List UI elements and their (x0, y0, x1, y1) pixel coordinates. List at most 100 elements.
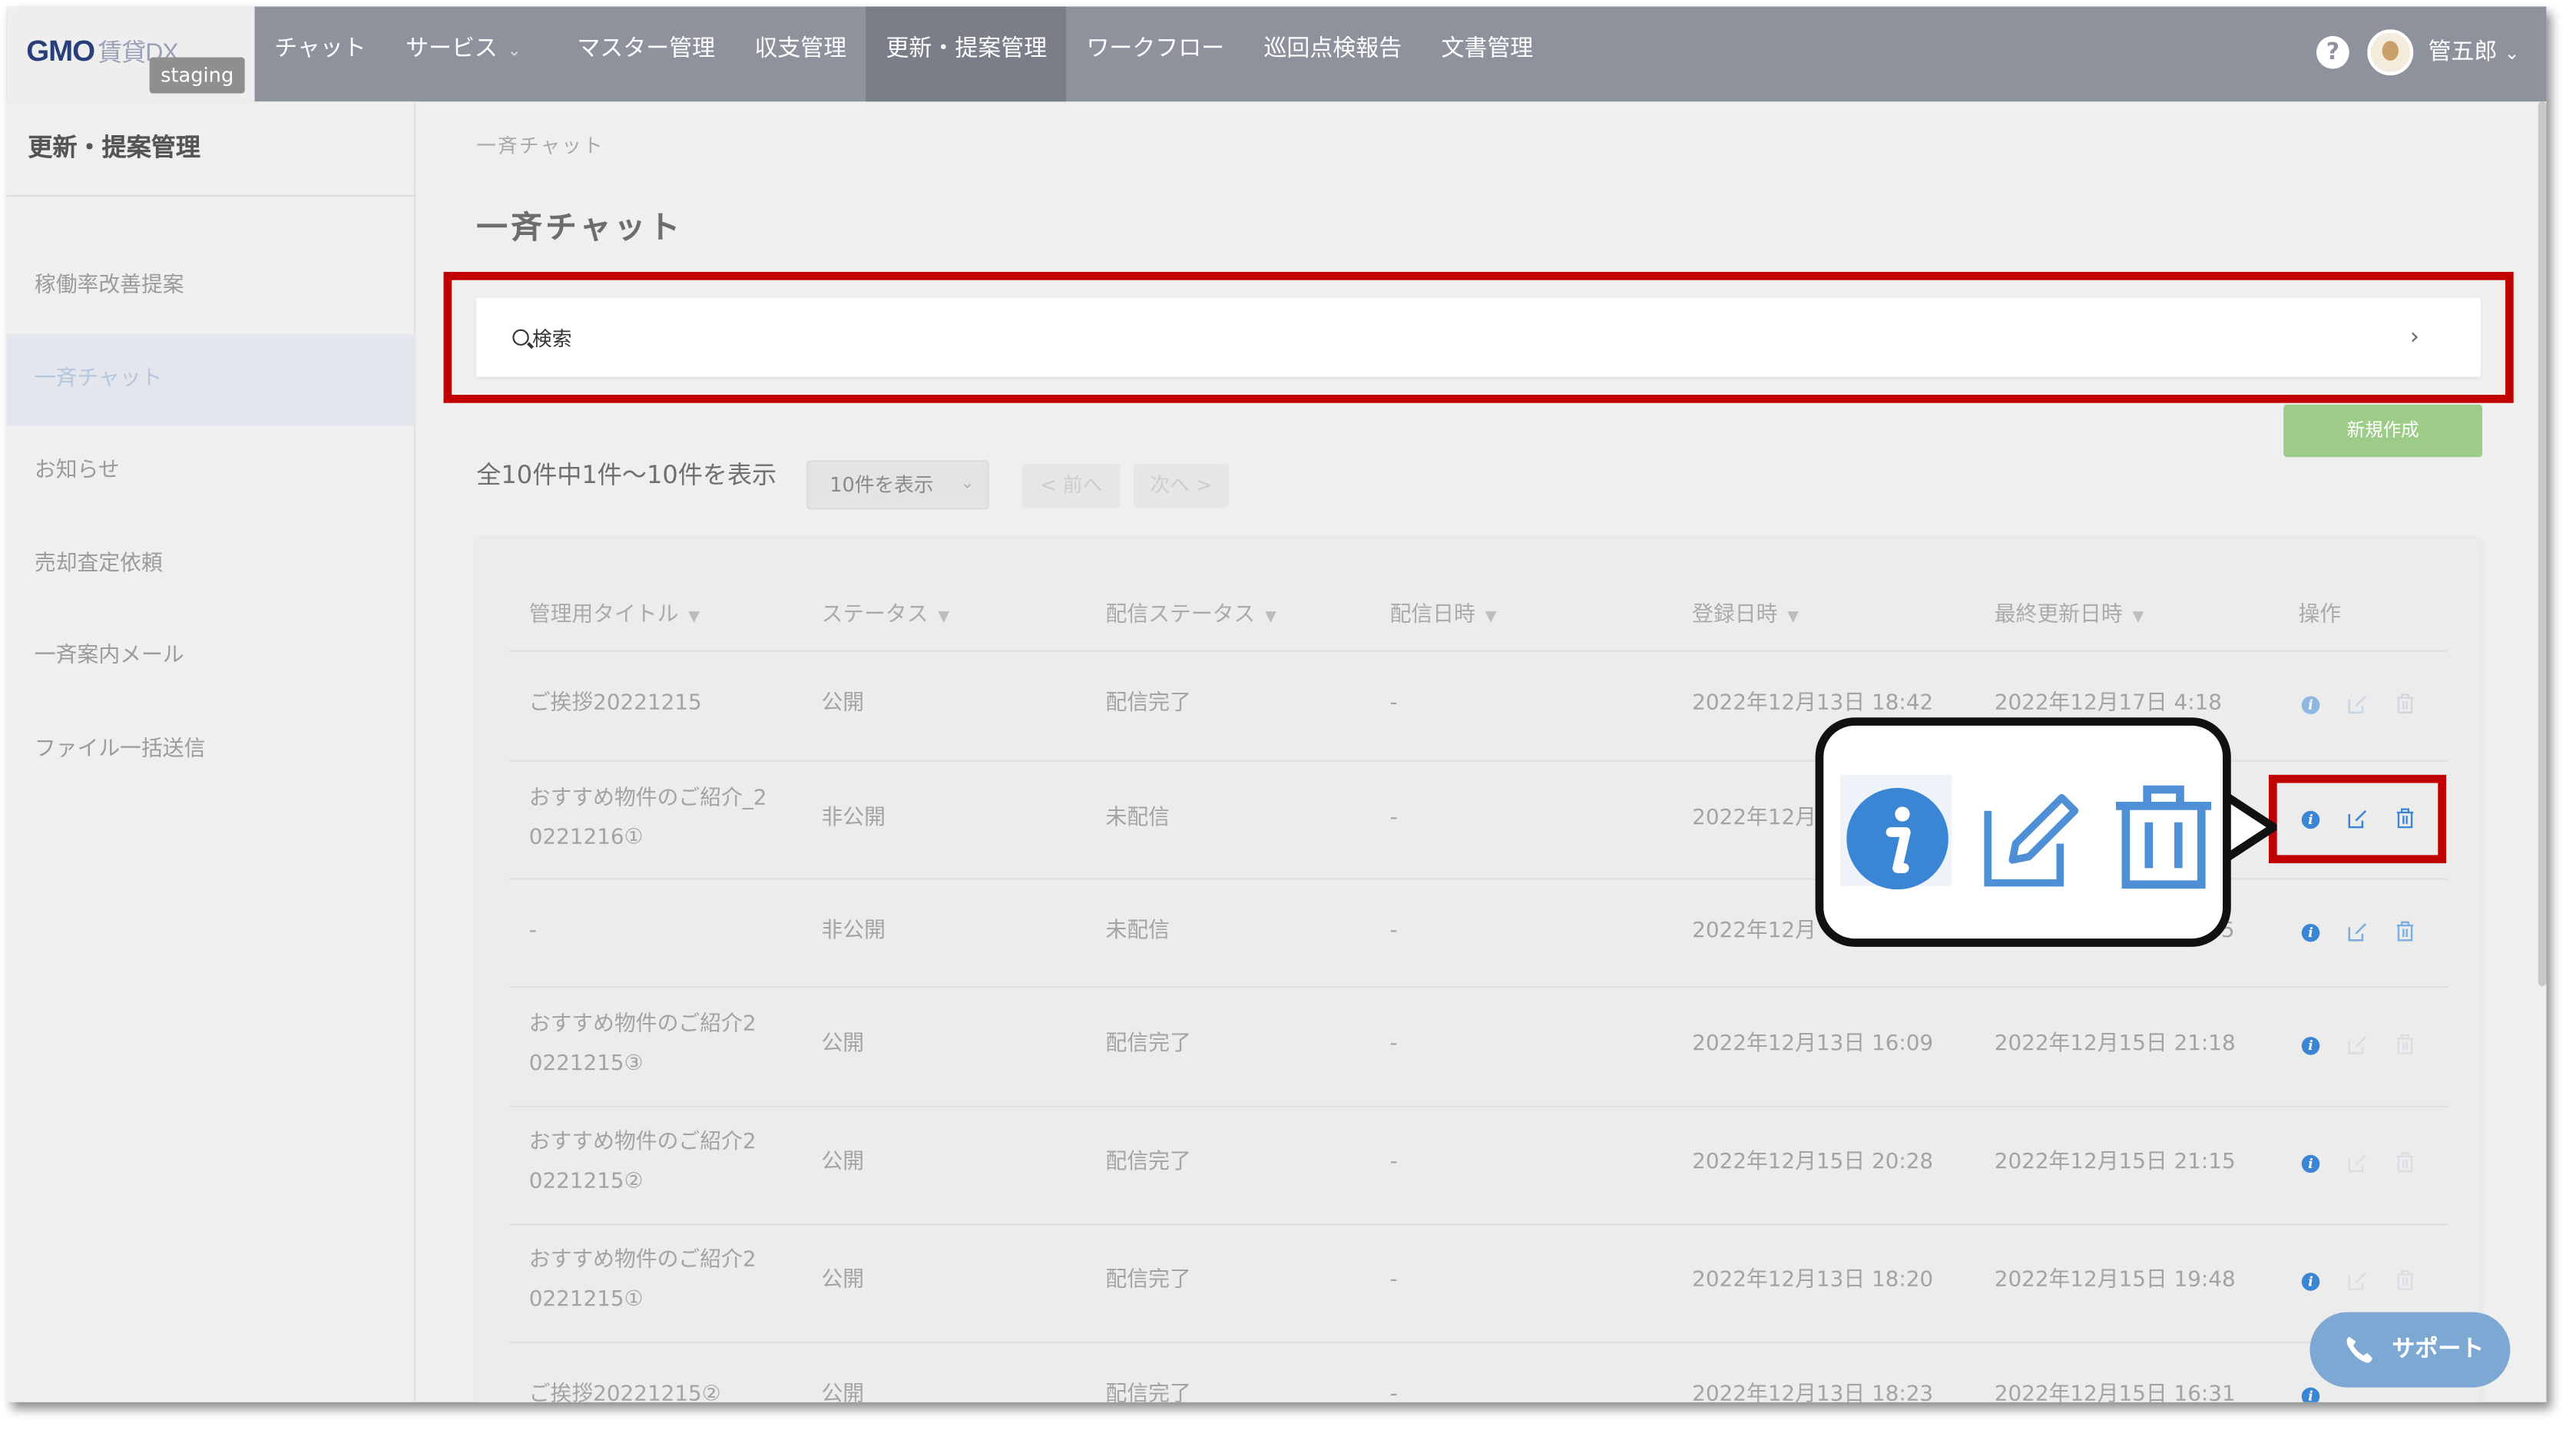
breadcrumb[interactable]: 一斉チャット (476, 131, 604, 159)
column-header-status[interactable]: ステータス ▼ (822, 596, 950, 627)
divider (509, 1341, 2449, 1343)
cell-delivery-date: - (1389, 691, 1398, 717)
chevron-down-icon: ⌄ (960, 475, 975, 494)
sidebar-item-occupancy[interactable]: 稼働率改善提案 (7, 241, 416, 333)
edit-icon[interactable] (2348, 1154, 2368, 1173)
sort-icon: ▼ (1485, 609, 1497, 626)
sidebar-title: 更新・提案管理 (28, 132, 200, 163)
next-page-button[interactable]: 次へ > (1133, 463, 1229, 508)
cell-delivery-status: 未配信 (1105, 919, 1170, 944)
nav-item-workflow[interactable]: ワークフロー (1067, 7, 1244, 102)
column-header-created[interactable]: 登録日時 ▼ (1692, 596, 1799, 627)
cell-title[interactable]: おすすめ物件のご紹介2 (529, 1242, 757, 1281)
cell-delivery-status: 配信完了 (1105, 691, 1191, 717)
edit-icon[interactable] (2348, 1035, 2368, 1055)
nav-item-service[interactable]: サービス ⌄ (386, 7, 557, 102)
sort-icon: ▼ (688, 609, 700, 626)
cell-delivery-date: - (1389, 1382, 1398, 1402)
cell-status: 公開 (821, 1382, 865, 1402)
cell-title-line2[interactable]: 0221216① (529, 819, 644, 858)
cell-title[interactable]: おすすめ物件のご紹介2 (529, 1124, 757, 1163)
trash-icon (2116, 785, 2212, 889)
trash-icon[interactable] (2396, 1269, 2415, 1291)
cell-delivery-status: 配信完了 (1105, 1031, 1191, 1057)
nav-item-income[interactable]: 収支管理 (735, 7, 866, 102)
help-icon[interactable]: ? (2316, 35, 2349, 69)
callout-zoom (1815, 717, 2231, 947)
app-window: GMO 賃貸DX staging チャット サービス ⌄ マスター管理 収支管理 更… (6, 6, 2547, 1402)
info-icon (1846, 787, 1949, 890)
sidebar-item-news[interactable]: お知らせ (7, 426, 416, 518)
cell-status: 公開 (821, 1031, 865, 1057)
user-menu[interactable]: 管五郎 ⌄ (2428, 35, 2519, 68)
cell-title[interactable]: ご挨拶20221215② (529, 1376, 721, 1402)
column-header-delivery-date[interactable]: 配信日時 ▼ (1390, 596, 1497, 627)
support-button[interactable]: サポート (2309, 1312, 2511, 1388)
nav-item-chat[interactable]: チャット (255, 7, 386, 102)
cell-title-line2[interactable]: 0221215② (529, 1163, 644, 1202)
env-badge: staging (149, 57, 245, 94)
nav-item-master[interactable]: マスター管理 (558, 7, 735, 102)
page-title: 一斉チャット (476, 210, 684, 246)
cell-delivery-date: - (1389, 806, 1398, 831)
cell-created: 2022年12月13日 18:20 (1692, 1267, 1934, 1293)
nav-item-renewal[interactable]: 更新・提案管理 (866, 6, 1067, 102)
cell-delivery-date: - (1389, 919, 1398, 944)
sidebar-item-bulk-mail[interactable]: 一斉案内メール (7, 611, 416, 703)
edit-icon[interactable] (2348, 1271, 2368, 1291)
brand[interactable]: GMO 賃貸DX staging (6, 6, 255, 102)
edit-icon[interactable] (2348, 694, 2368, 714)
cell-title[interactable]: おすすめ物件のご紹介_2 (529, 780, 767, 819)
cell-delivery-date: - (1389, 1150, 1398, 1175)
scrollbar[interactable] (2538, 101, 2547, 987)
sidebar-item-sale-appraisal[interactable]: 売却査定依頼 (7, 519, 416, 611)
nav-item-documents[interactable]: 文書管理 (1422, 7, 1553, 102)
info-icon[interactable]: i (2301, 923, 2320, 942)
cell-status: 非公開 (821, 919, 886, 944)
cell-created: 2022年12月15日 20:28 (1692, 1150, 1934, 1175)
column-header-delivery-status[interactable]: 配信ステータス ▼ (1106, 596, 1276, 627)
cell-title-line2[interactable]: 0221215① (529, 1281, 644, 1320)
sidebar-item-file-send[interactable]: ファイル一括送信 (7, 704, 416, 796)
cell-status: 公開 (821, 1267, 865, 1293)
chevron-down-icon: ⌄ (2504, 42, 2520, 65)
top-bar: GMO 賃貸DX staging チャット サービス ⌄ マスター管理 収支管理 更… (6, 6, 2547, 102)
cell-status: 公開 (821, 1150, 865, 1175)
cell-title-line2[interactable]: 0221215③ (529, 1045, 644, 1084)
sidebar-item-bulk-chat[interactable]: 一斉チャット (6, 334, 416, 426)
highlight-actions (2268, 774, 2446, 864)
column-header-updated[interactable]: 最終更新日時 ▼ (1995, 596, 2144, 627)
cell-title[interactable]: ご挨拶20221215 (529, 685, 702, 724)
new-button[interactable]: 新規作成 (2283, 404, 2483, 458)
column-header-title[interactable]: 管理用タイトル ▼ (529, 596, 700, 627)
trash-icon[interactable] (2396, 1151, 2415, 1173)
prev-page-button[interactable]: < 前へ (1021, 463, 1121, 508)
avatar[interactable] (2367, 29, 2414, 76)
per-page-select[interactable]: 10件を表示 ⌄ (806, 460, 989, 510)
edit-icon[interactable] (2348, 922, 2368, 942)
cell-status: 公開 (821, 691, 865, 717)
cell-delivery-status: 配信完了 (1105, 1267, 1191, 1293)
column-header-actions: 操作 (2298, 602, 2342, 627)
info-icon[interactable]: i (2301, 1154, 2320, 1173)
trash-icon[interactable] (2396, 693, 2415, 714)
chevron-down-icon: ⌄ (507, 42, 521, 61)
info-icon[interactable]: i (2301, 1387, 2320, 1402)
cell-created: 2022年12月 (1692, 919, 1816, 944)
cell-created: 2022年12月 (1692, 806, 1816, 831)
cell-delivery-date: - (1389, 1031, 1398, 1057)
cell-delivery-status: 未配信 (1105, 806, 1170, 831)
result-count: 全10件中1件～10件を表示 (476, 460, 777, 490)
trash-icon[interactable] (2396, 1034, 2415, 1055)
cell-created: 2022年12月13日 16:09 (1692, 1031, 1934, 1057)
nav-item-inspection[interactable]: 巡回点検報告 (1244, 7, 1422, 102)
cell-title[interactable]: - (529, 912, 537, 952)
trash-icon[interactable] (2396, 921, 2415, 942)
info-icon[interactable]: i (2301, 1273, 2320, 1291)
info-icon[interactable]: i (2301, 696, 2320, 714)
cell-updated: 2022年12月15日 19:48 (1994, 1267, 2236, 1293)
info-icon[interactable]: i (2301, 1037, 2320, 1055)
divider (509, 1105, 2449, 1107)
cell-title[interactable]: おすすめ物件のご紹介2 (529, 1006, 757, 1045)
sidebar: 更新・提案管理 稼働率改善提案 一斉チャット お知らせ 売却査定依頼 一斉案内メ… (6, 101, 416, 1402)
